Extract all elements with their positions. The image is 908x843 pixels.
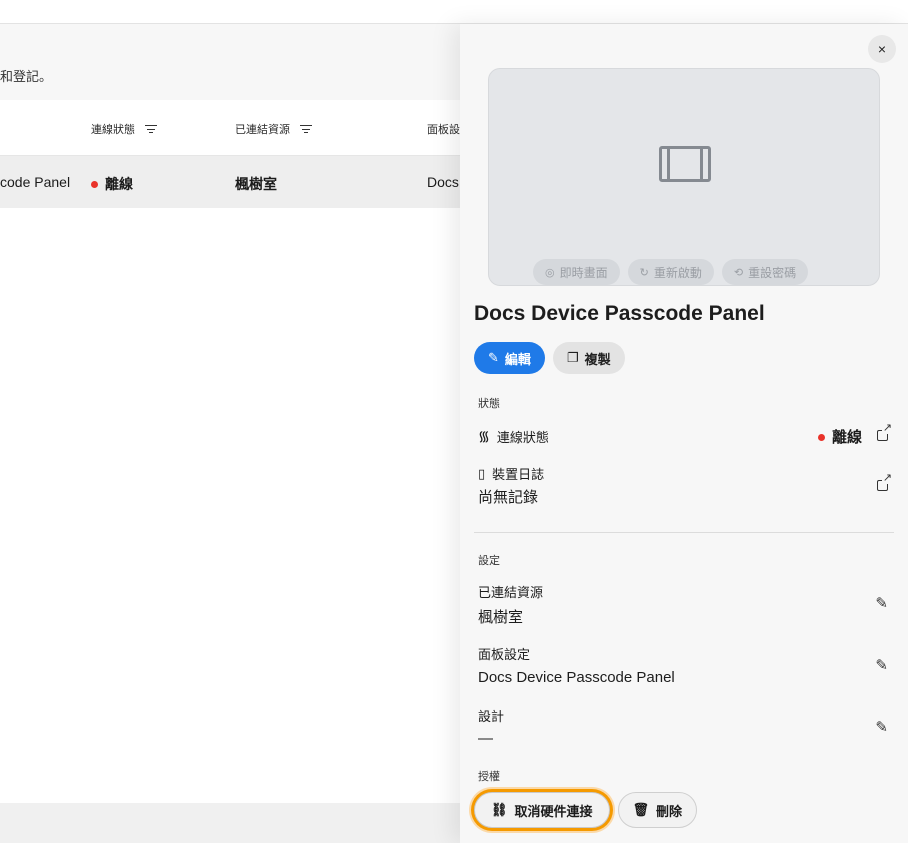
delete-button[interactable]: 🗑 刪除 <box>617 792 698 828</box>
column-header-label: 面板設 <box>427 124 460 136</box>
edit-button[interactable]: ✎ 編輯 <box>474 342 545 374</box>
delete-label: 刪除 <box>656 803 683 819</box>
divider <box>474 532 894 533</box>
settings-section-label: 設定 <box>478 555 500 567</box>
column-header-label: 已連結資源 <box>235 124 290 136</box>
preview-actions: ◎ 即時畫面 ↻ 重新啟動 ⟲ 重設密碼 <box>533 259 809 285</box>
device-log-text: 裝置日誌 <box>492 467 545 482</box>
wifi-icon: ᯾ <box>478 428 490 444</box>
cell-panel-settings: Docs <box>427 174 459 190</box>
column-header-status[interactable]: 連線狀態 <box>91 121 157 137</box>
copy-button[interactable]: ❐ 複製 <box>552 342 625 374</box>
restart-button[interactable]: ↻ 重新啟動 <box>627 259 714 285</box>
live-view-button[interactable]: ◎ 即時畫面 <box>533 259 620 285</box>
edit-panel-settings-pencil-icon[interactable]: ✎ <box>875 656 888 674</box>
license-section-label: 授權 <box>478 771 500 783</box>
page-description: 和登記。 <box>0 69 53 84</box>
unlink-hardware-button[interactable]: ⛓ 取消硬件連接 <box>474 792 610 828</box>
connection-status-value-text: 離線 <box>831 429 862 446</box>
unlink-hardware-label: 取消硬件連接 <box>514 803 593 819</box>
panel-settings-label: 面板設定 <box>478 647 531 662</box>
reset-passcode-icon: ⟲ <box>733 266 744 279</box>
edit-design-pencil-icon[interactable]: ✎ <box>875 718 888 736</box>
connection-status-label: ᯾ 連線狀態 <box>478 427 549 446</box>
connection-status-value: 離線 <box>817 426 862 447</box>
edit-resource-pencil-icon[interactable]: ✎ <box>875 594 888 612</box>
column-header-resource[interactable]: 已連結資源 <box>235 121 312 137</box>
cell-resource: 楓樹室 <box>235 176 277 192</box>
linked-resource-value: 楓樹室 <box>478 609 524 626</box>
device-log-value: 尚無記錄 <box>478 489 539 506</box>
camera-icon: ◎ <box>545 266 555 279</box>
document-icon: ▯ <box>478 465 486 481</box>
filter-icon[interactable] <box>145 124 157 134</box>
device-log-label: ▯ 裝置日誌 <box>478 464 544 483</box>
copy-icon: ❐ <box>566 350 579 365</box>
connection-status-text: 連線狀態 <box>496 430 549 445</box>
device-detail-panel: × ◎ 即時畫面 ↻ 重新啟動 ⟲ 重設密碼 Docs Device Passc… <box>460 24 908 843</box>
reset-passcode-button[interactable]: ⟲ 重設密碼 <box>721 259 809 285</box>
design-label: 設計 <box>478 709 505 724</box>
pencil-icon: ✎ <box>488 350 499 365</box>
device-preview: ◎ 即時畫面 ↻ 重新啟動 ⟲ 重設密碼 <box>488 68 880 286</box>
edit-label: 編輯 <box>504 351 531 367</box>
cell-device-name: code Panel <box>0 174 71 190</box>
column-header-label: 連線狀態 <box>91 124 135 136</box>
copy-label: 複製 <box>584 351 611 367</box>
top-bar <box>0 0 908 24</box>
live-view-label: 即時畫面 <box>559 265 608 280</box>
cell-status: 離線 <box>91 174 133 194</box>
offline-dot-icon <box>91 180 98 188</box>
trash-icon: 🗑 <box>632 802 650 817</box>
license-actions: ⛓ 取消硬件連接 🗑 刪除 <box>472 792 698 828</box>
open-external-icon[interactable] <box>877 423 892 444</box>
column-header-panel-settings[interactable]: 面板設 <box>427 121 460 137</box>
open-external-icon[interactable] <box>877 473 892 494</box>
filter-icon[interactable] <box>300 124 312 134</box>
offline-dot-icon <box>817 433 825 441</box>
status-section-label: 狀態 <box>478 398 500 410</box>
page-title: Docs Device Passcode Panel <box>474 302 765 325</box>
close-icon[interactable]: × <box>868 35 896 63</box>
linked-resource-label: 已連結資源 <box>478 585 544 600</box>
restart-label: 重新啟動 <box>653 265 702 280</box>
cell-status-text: 離線 <box>105 176 133 192</box>
panel-settings-value: Docs Device Passcode Panel <box>478 669 675 686</box>
design-value: — <box>478 730 493 747</box>
tablet-icon <box>659 146 711 182</box>
panel-actions: ✎ 編輯 ❐ 複製 <box>474 342 625 374</box>
unlink-icon: ⛓ <box>491 802 508 817</box>
restart-icon: ↻ <box>639 266 649 279</box>
reset-passcode-label: 重設密碼 <box>748 265 797 280</box>
